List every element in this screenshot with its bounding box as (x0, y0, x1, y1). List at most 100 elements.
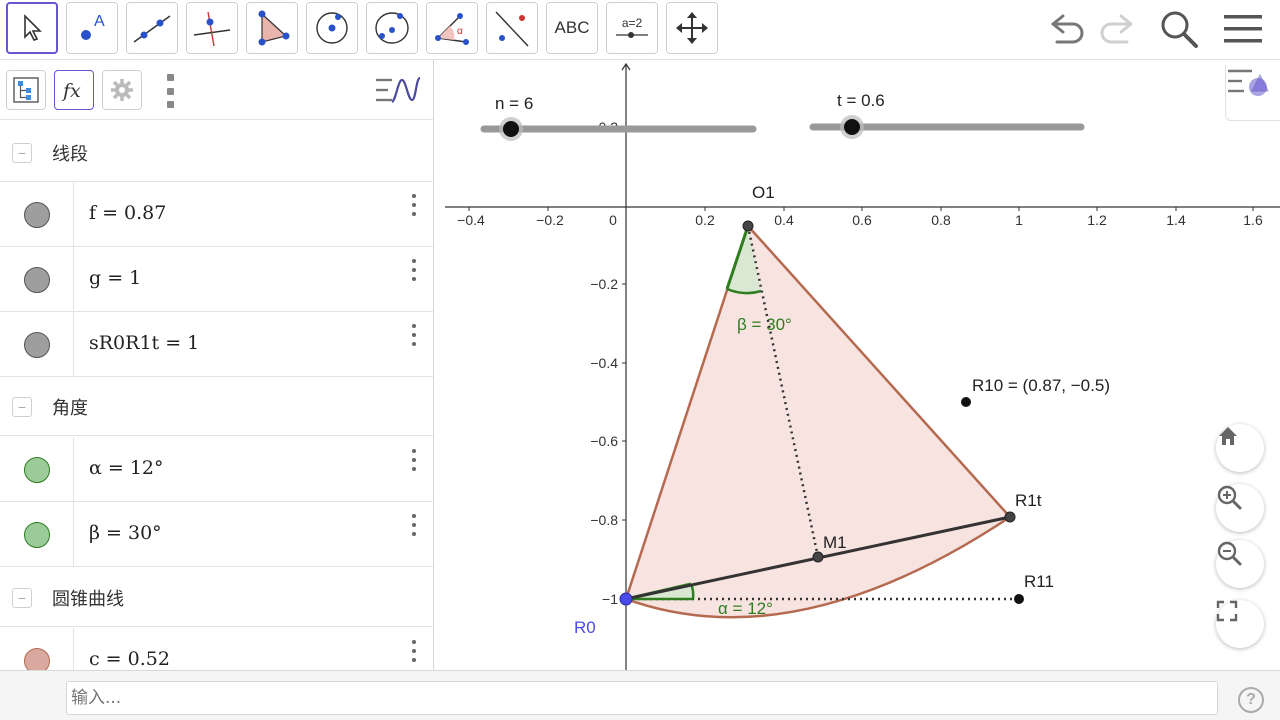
item-expression[interactable]: sR0R1t = 1 (89, 332, 199, 354)
text-tool[interactable]: ABC (546, 2, 598, 54)
collapse-segments-button[interactable]: − (12, 142, 32, 163)
slider-n-label: n = 6 (495, 94, 533, 113)
circle-center-tool[interactable] (306, 2, 358, 54)
fx-icon: fx (61, 80, 81, 102)
item-more-icon[interactable] (404, 257, 424, 283)
polygon-tool[interactable] (246, 2, 298, 54)
marble-icon (23, 647, 50, 670)
circle-center-icon (316, 12, 348, 44)
redo-button[interactable] (1094, 6, 1140, 52)
x-tick-label: 1 (1015, 212, 1023, 228)
polygon-icon (258, 10, 290, 46)
tree-view-button[interactable] (6, 70, 46, 110)
x-tick-label: −0.4 (457, 212, 485, 228)
item-expression[interactable]: g = 1 (89, 267, 141, 289)
algebra-item-alpha[interactable]: α = 12° (0, 437, 433, 502)
gear-icon (111, 79, 133, 101)
item-more-icon[interactable] (404, 447, 424, 473)
point-r0[interactable] (619, 592, 633, 606)
point-r1t[interactable] (1004, 511, 1016, 523)
graphics-canvas[interactable]: −0.4 −0.2 0 0.2 0.4 0.6 0.8 1 1.2 1.4 1.… (435, 60, 1280, 670)
visibility-toggle[interactable] (0, 628, 74, 670)
algebra-item-c[interactable]: c = 0.52 (0, 628, 433, 670)
item-expression[interactable]: c = 0.52 (89, 648, 170, 670)
item-more-icon[interactable] (404, 512, 424, 538)
group-label: 圆锥曲线 (52, 588, 124, 609)
x-tick-label: 0.4 (774, 212, 794, 228)
item-more-icon[interactable] (404, 638, 424, 664)
zoom-out-icon (1217, 541, 1242, 566)
line-tool[interactable] (126, 2, 178, 54)
zoom-in-button[interactable] (1216, 484, 1264, 532)
item-more-icon[interactable] (404, 192, 424, 218)
slider-n[interactable] (480, 117, 757, 141)
collapse-angles-button[interactable]: − (12, 396, 32, 417)
graphics-view[interactable]: −0.4 −0.2 0 0.2 0.4 0.6 0.8 1 1.2 1.4 1.… (435, 60, 1280, 670)
reflect-tool[interactable] (486, 2, 538, 54)
fullscreen-icon (1216, 600, 1238, 622)
item-more-icon[interactable] (404, 322, 424, 348)
fullscreen-button[interactable] (1216, 600, 1264, 648)
home-button[interactable] (1216, 424, 1264, 472)
text-tool-label: ABC (554, 18, 590, 37)
point-r10[interactable] (961, 397, 971, 407)
label-r0: R0 (574, 618, 596, 637)
marble-icon (23, 456, 50, 483)
item-expression[interactable]: α = 12° (89, 457, 164, 479)
move-view-tool[interactable] (666, 2, 718, 54)
algebra-item-beta[interactable]: β = 30° (0, 502, 433, 567)
visibility-toggle[interactable] (0, 312, 74, 377)
group-label: 线段 (52, 143, 88, 164)
collapse-conics-button[interactable]: − (12, 587, 32, 608)
point-r11[interactable] (1014, 594, 1024, 604)
y-tick-label: −0.2 (590, 276, 618, 292)
group-conics: − 圆锥曲线 (0, 569, 433, 627)
visibility-toggle[interactable] (0, 182, 74, 247)
visibility-toggle[interactable] (0, 437, 74, 502)
svg-text:α: α (457, 26, 463, 37)
undo-button[interactable] (1044, 6, 1090, 52)
item-expression[interactable]: β = 30° (89, 522, 162, 544)
zoom-in-icon (1217, 485, 1242, 510)
main-menu-button[interactable] (1220, 6, 1266, 52)
group-label: 角度 (52, 397, 88, 418)
x-tick-label: 0.2 (695, 212, 715, 228)
algebra-view: fx − 线段 f = 0.87 g = 1 sR0R1t = 1 − 角度 α… (0, 60, 434, 670)
slider-tool-graphic: a=2 (615, 16, 649, 40)
algebra-input[interactable] (66, 681, 1218, 715)
y-tick-label: −0.4 (590, 355, 618, 371)
algebra-item-sR0R1t[interactable]: sR0R1t = 1 (0, 312, 433, 377)
circle-three-points-tool[interactable] (366, 2, 418, 54)
zoom-out-button[interactable] (1216, 540, 1264, 588)
x-tick-label: 0.8 (931, 212, 951, 228)
angle-tool[interactable]: α (426, 2, 478, 54)
algebra-style-button[interactable] (374, 74, 422, 111)
algebra-settings-button[interactable] (102, 70, 142, 110)
perpendicular-tool[interactable] (186, 2, 238, 54)
visibility-toggle[interactable] (0, 502, 74, 567)
function-view-button[interactable]: fx (54, 70, 94, 110)
y-tick-label: −1 (602, 591, 618, 607)
group-segments: − 线段 (0, 124, 433, 182)
input-bar: ? (0, 670, 1280, 720)
redo-icon (1100, 14, 1133, 44)
move-tool[interactable] (6, 2, 58, 54)
algebra-item-g[interactable]: g = 1 (0, 247, 433, 312)
help-icon[interactable]: ? (1238, 687, 1264, 713)
style-bar-button[interactable] (1225, 65, 1280, 121)
slider-t-label: t = 0.6 (837, 91, 885, 110)
slider-t[interactable] (809, 115, 1085, 139)
visibility-toggle[interactable] (0, 247, 74, 312)
point-tool[interactable]: A (66, 2, 118, 54)
algebra-item-f[interactable]: f = 0.87 (0, 182, 433, 247)
point-m1[interactable] (812, 551, 824, 563)
x-tick-label: 1.4 (1166, 212, 1186, 228)
circle-three-points-icon (375, 12, 409, 44)
algebra-more-menu[interactable] (164, 74, 176, 108)
item-expression[interactable]: f = 0.87 (89, 202, 166, 224)
slider-tool[interactable]: a=2 (606, 2, 658, 54)
point-o1[interactable] (742, 220, 754, 232)
slider-tool-label: a=2 (621, 16, 643, 30)
algebra-header: fx (0, 60, 433, 120)
search-button[interactable] (1156, 6, 1202, 52)
